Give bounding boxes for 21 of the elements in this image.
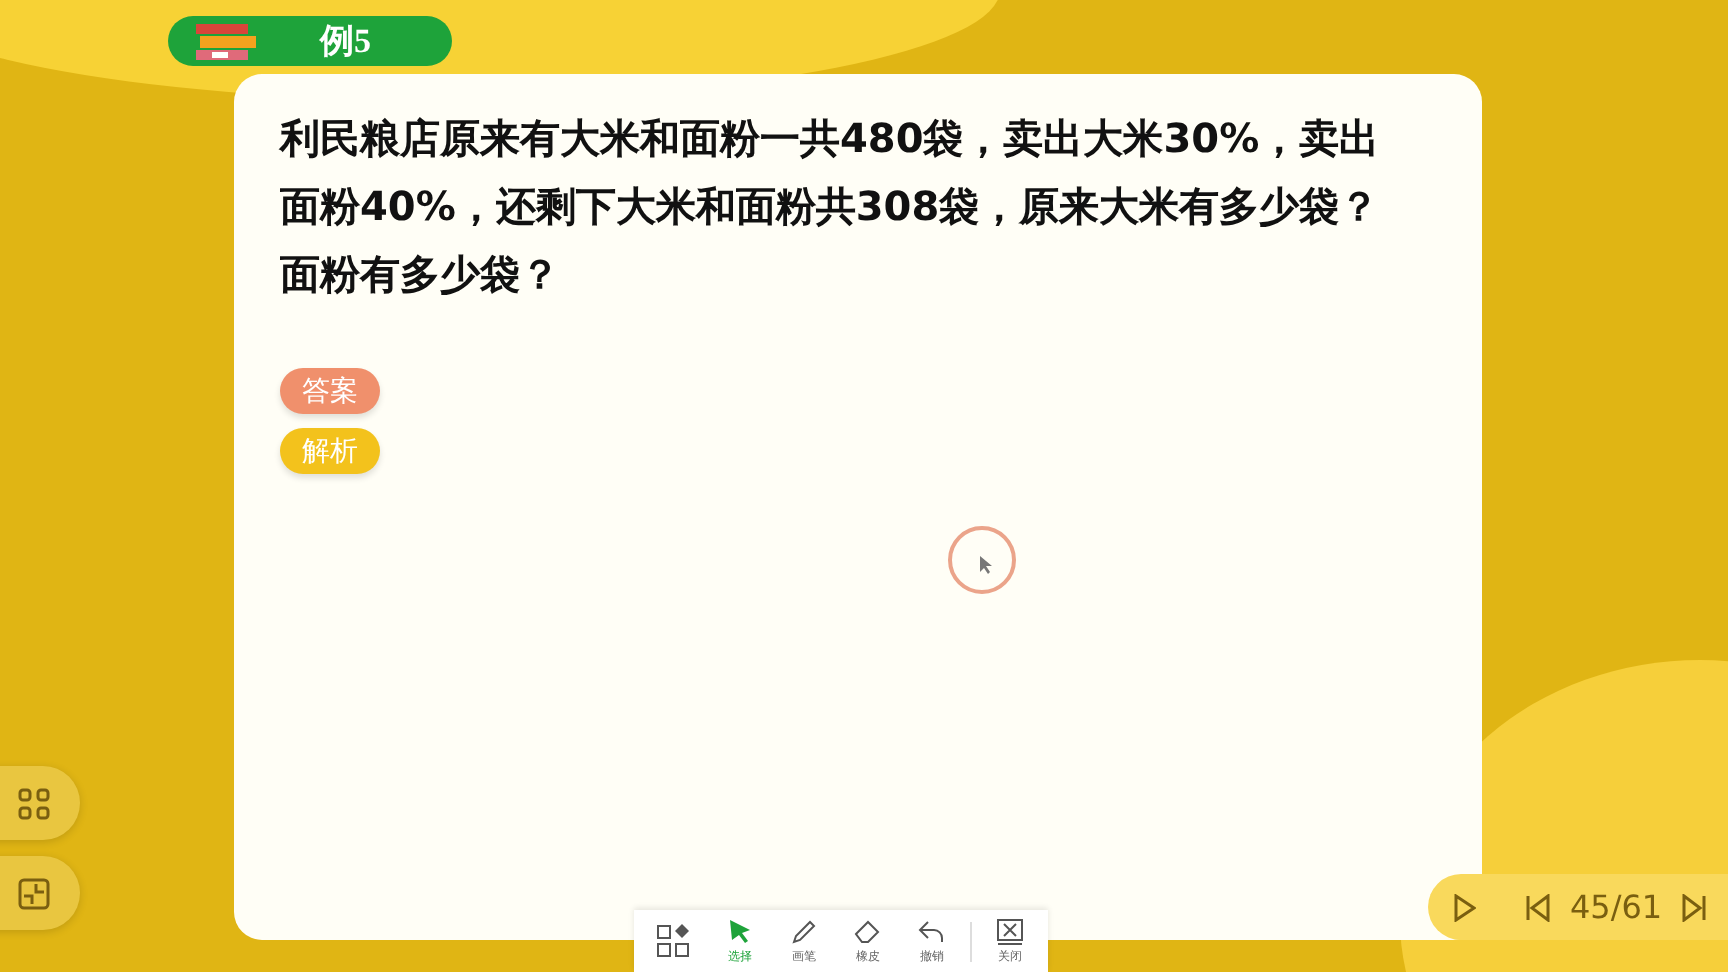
cursor-icon [726,917,754,945]
fullscreen-button[interactable] [0,856,80,930]
previous-button[interactable] [1524,893,1550,921]
grid-icon [654,921,694,961]
play-button[interactable] [1452,893,1476,921]
skip-forward-icon [1682,893,1709,921]
close-icon [996,917,1024,945]
grid-icon [18,787,50,819]
question-text: 利民粮店原来有大米和面粉一共480袋，卖出大米30%，卖出面粉40%，还剩下大米和面粉共308袋，原来大米有多少袋？面粉有多少袋？ [280,112,1382,302]
undo-icon [918,917,946,945]
cursor-ring-icon [946,524,1018,596]
play-icon [1452,893,1476,921]
pencil-icon [790,917,818,945]
eraser-icon [854,917,882,945]
grid-button[interactable] [0,766,80,840]
example-title: 例5 [320,20,371,64]
next-button[interactable] [1682,893,1709,921]
page-counter: 45/61 [1570,888,1663,926]
books-icon [192,21,260,61]
shrink-icon [18,877,50,909]
skip-back-icon [1524,893,1550,921]
